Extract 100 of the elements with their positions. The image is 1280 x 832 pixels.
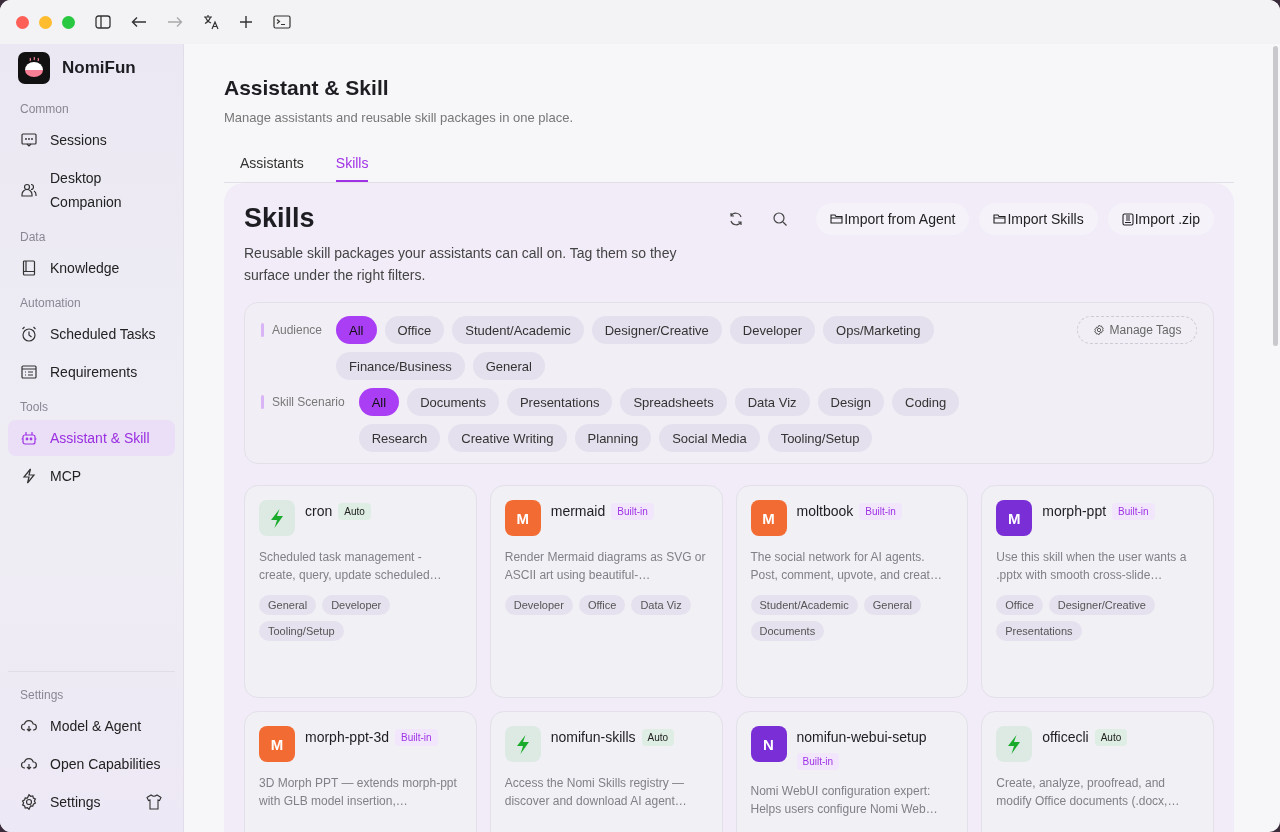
sidebar-item[interactable]: MCP xyxy=(8,458,175,494)
skill-badge: Built-in xyxy=(796,753,840,770)
skill-description: Create, analyze, proofread, and modify Office documents (.docx,… xyxy=(996,775,1181,810)
filter-chip[interactable]: Designer/Creative xyxy=(591,316,722,344)
app-name: NomiFun xyxy=(62,58,136,78)
skill-name: mermaid xyxy=(550,502,606,521)
sidebar-item[interactable]: Sessions xyxy=(8,122,175,158)
sidebar-item[interactable]: Requirements xyxy=(8,354,175,390)
skill-tag: Developer xyxy=(504,595,573,615)
skill-card[interactable]: nomifun-skills Auto Access the Nomi Skills registry — discover and download AI agent… xyxy=(489,711,723,832)
filter-chip[interactable]: Research xyxy=(358,424,441,452)
skill-badge: Built-in xyxy=(611,502,654,520)
section-title: Automation xyxy=(19,295,82,312)
skill-name: nomifun-webui-setup xyxy=(796,728,927,747)
panel-description: Reusable skill packages your assistants can call on. Tag them so they surface under the right filters. xyxy=(244,244,678,285)
letter-avatar: N xyxy=(750,726,787,762)
skill-tag: Presentations xyxy=(996,621,1082,641)
list-icon xyxy=(20,363,38,381)
filter-chip[interactable]: Coding xyxy=(892,388,960,416)
panel-title: Skills xyxy=(244,203,316,234)
sidebar-item[interactable]: Settings xyxy=(8,784,175,820)
import-button[interactable]: Import from Agent xyxy=(816,203,970,235)
translate-icon[interactable] xyxy=(203,14,219,30)
skill-name: nomifun-skills xyxy=(550,728,636,747)
skill-card[interactable]: M mermaid Built-in Render Mermaid diagrams as SVG or ASCII art using beautiful-… Developer Office Data Viz xyxy=(489,485,723,698)
filter-chip[interactable]: Student/Academic xyxy=(452,316,584,344)
terminal-icon[interactable] xyxy=(273,15,291,29)
skill-description: Use this skill when the user wants a .pptx with smooth cross-slide… xyxy=(996,549,1188,584)
skill-name: cron xyxy=(305,502,333,521)
filter-chip[interactable]: Spreadsheets xyxy=(620,388,727,416)
filter-chip[interactable]: Data Viz xyxy=(734,388,810,416)
skill-tag: Designer/Creative xyxy=(1048,595,1155,615)
filter-chip[interactable]: Creative Writing xyxy=(448,424,567,452)
back-icon[interactable] xyxy=(131,16,147,28)
sidebar-item[interactable]: Knowledge xyxy=(8,250,175,286)
import-button[interactable]: Import .zip xyxy=(1107,203,1214,235)
filter-chip[interactable]: Documents xyxy=(407,388,499,416)
skill-card[interactable]: M morph-ppt-3d Built-in 3D Morph PPT — extends morph-ppt with GLB model insertion,… xyxy=(244,711,477,832)
skill-description: Nomi WebUI configuration expert: Helps users configure Nomi Web… xyxy=(750,783,939,818)
filter-chip[interactable]: Planning xyxy=(574,424,652,452)
skill-description: The social network for AI agents. Post, comment, upvote, and creat… xyxy=(750,549,943,584)
page-title: Assistant & Skill xyxy=(224,76,390,100)
scrollbar[interactable] xyxy=(1273,46,1278,346)
letter-avatar: M xyxy=(504,500,541,536)
filter-chip[interactable]: Social Media xyxy=(659,424,760,452)
filter-label: Skill Scenario xyxy=(272,394,345,411)
sidebar-item[interactable]: Assistant & Skill xyxy=(8,420,175,456)
letter-avatar: M xyxy=(996,500,1033,536)
bolt-icon xyxy=(20,467,38,485)
section-title: Settings xyxy=(19,687,65,704)
sidebar-item[interactable]: Open Capabilities xyxy=(8,746,175,782)
skill-badge: Auto xyxy=(338,502,371,520)
people-icon xyxy=(20,181,38,199)
filter-chip[interactable]: Design xyxy=(817,388,884,416)
bolt-icon xyxy=(996,726,1033,762)
shirt-icon[interactable] xyxy=(145,793,163,811)
filter-chip[interactable]: Finance/Business xyxy=(336,352,465,380)
filter-chip[interactable]: All xyxy=(336,316,377,344)
robot-icon xyxy=(20,429,38,447)
filter-chip[interactable]: Office xyxy=(384,316,445,344)
skill-name: officecli xyxy=(1042,728,1089,747)
skill-tag: Developer xyxy=(322,595,391,615)
skill-card[interactable]: cron Auto Scheduled task management - create, query, update scheduled… General Developer Tooling/Setup xyxy=(244,485,477,698)
skill-name: moltbook xyxy=(796,502,854,521)
skill-card[interactable]: M moltbook Built-in The social network for AI agents. Post, comment, upvote, and creat… Student/Academic General Documents xyxy=(735,485,969,698)
skill-badge: Built-in xyxy=(1112,502,1155,520)
skill-description: Access the Nomi Skills registry — discover and download AI agent… xyxy=(504,775,688,810)
filter-chip[interactable]: General xyxy=(472,352,545,380)
page-subtitle: Manage assistants and reusable skill packages in one place. xyxy=(224,110,575,125)
sidebar-item[interactable]: Desktop Companion xyxy=(8,160,175,220)
sidebar-item[interactable]: Model & Agent xyxy=(8,708,175,744)
filter-chip[interactable]: Ops/Marketing xyxy=(823,316,934,344)
filter-chip[interactable]: Developer xyxy=(729,316,816,344)
skill-card[interactable]: M morph-ppt Built-in Use this skill when the user wants a .pptx with smooth cross-slide… Office Designer/Creative Presentations xyxy=(981,485,1214,698)
skill-tag: Tooling/Setup xyxy=(259,621,344,641)
plus-icon[interactable] xyxy=(239,15,253,29)
close-button[interactable] xyxy=(16,15,29,29)
skill-name: morph-ppt xyxy=(1042,502,1107,521)
sidebar-item[interactable]: Scheduled Tasks xyxy=(8,316,175,352)
filter-chip[interactable]: Presentations xyxy=(506,388,613,416)
app-logo xyxy=(18,52,50,84)
skill-tag: Documents xyxy=(750,621,825,641)
skill-name: morph-ppt-3d xyxy=(305,728,390,747)
filter-chip[interactable]: All xyxy=(358,388,400,416)
import-button[interactable]: Import Skills xyxy=(979,203,1098,235)
folder-icon xyxy=(830,213,844,225)
skill-description: Render Mermaid diagrams as SVG or ASCII art using beautiful-… xyxy=(504,549,707,584)
sidebar-toggle-icon[interactable] xyxy=(95,15,111,29)
skill-card[interactable]: officecli Auto Create, analyze, proofread, and modify Office documents (.docx,… xyxy=(981,711,1214,832)
folder-icon xyxy=(993,213,1007,225)
bolt-icon xyxy=(504,726,541,762)
filter-chip[interactable]: Tooling/Setup xyxy=(767,424,873,452)
refresh-icon[interactable] xyxy=(728,211,745,227)
archive-icon xyxy=(1121,212,1134,226)
tab[interactable]: Assistants xyxy=(240,147,304,182)
skill-tag: Student/Academic xyxy=(750,595,858,615)
search-icon[interactable] xyxy=(772,211,789,227)
letter-avatar: M xyxy=(259,726,295,762)
skill-tag: Office xyxy=(996,595,1043,615)
skill-card[interactable]: N nomifun-webui-setup Built-in Nomi WebUI configuration expert: Helps users configure Nomi Web… xyxy=(735,711,969,832)
